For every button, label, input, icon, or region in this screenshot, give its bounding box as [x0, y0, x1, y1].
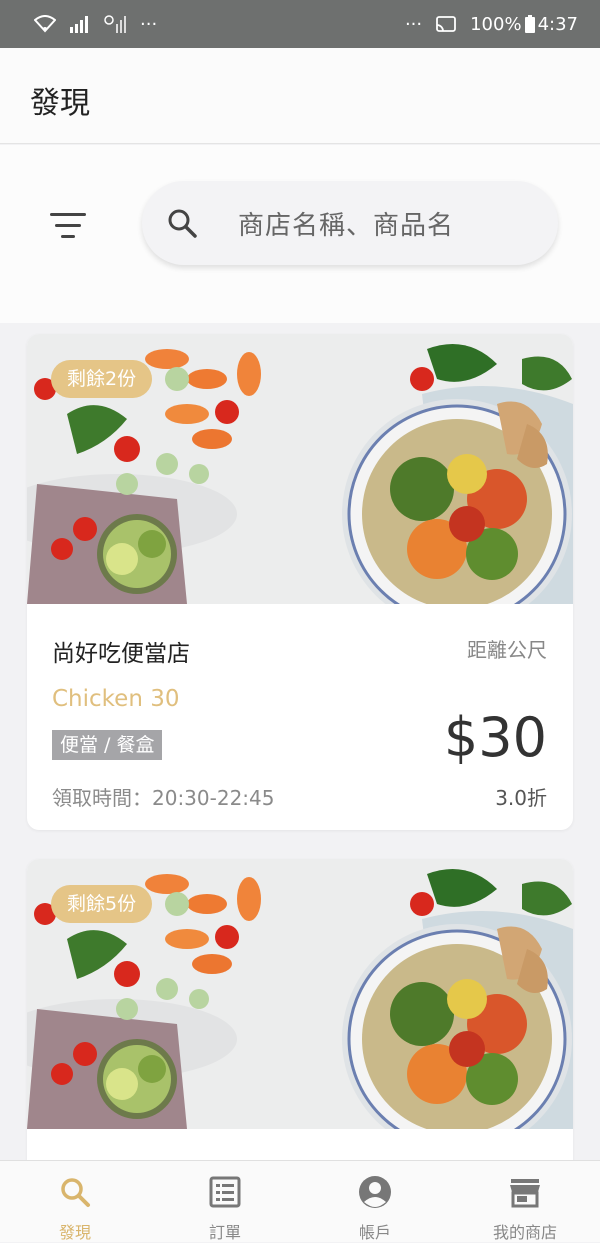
- status-bar-left: ···: [34, 14, 157, 35]
- status-bar: ··· ··· 100% 4:37: [0, 0, 600, 48]
- clock: 4:37: [537, 13, 578, 35]
- store-distance: 距離公尺: [467, 638, 547, 662]
- app-bar: 發現: [0, 48, 600, 144]
- page-title: 發現: [30, 86, 90, 121]
- notification-dots: ···: [140, 13, 158, 35]
- category-tag: 便當 / 餐盒: [52, 730, 163, 760]
- filter-line-icon: [61, 235, 75, 238]
- nav-label: 我的商店: [492, 1223, 557, 1242]
- discount-label: 3.0折: [495, 786, 547, 810]
- more-dots: ···: [404, 13, 423, 35]
- nav-label: 訂單: [208, 1223, 241, 1242]
- search-input[interactable]: 商店名稱、商品名: [238, 205, 454, 242]
- search-icon: [168, 209, 197, 238]
- nav-discover[interactable]: 發現: [0, 1161, 150, 1242]
- search-bar[interactable]: 商店名稱、商品名: [142, 181, 558, 265]
- signal-off-icon: [104, 15, 126, 33]
- filter-line-icon: [50, 213, 86, 216]
- store-card[interactable]: 剩餘2份 尚好吃便當店 距離公尺 Chicken 30 便當 / 餐盒 $30 …: [27, 334, 573, 830]
- pickup-time: 領取時間：20:30-22:45: [52, 786, 275, 810]
- bottom-nav: 發現 訂單 帳戶 我的商店: [0, 1160, 600, 1242]
- nav-label: 發現: [58, 1223, 91, 1242]
- status-bar-right: ··· 100% 4:37: [405, 14, 578, 35]
- store-card[interactable]: 剩餘5份: [27, 859, 573, 1160]
- cast-icon: [436, 16, 457, 32]
- store-feed[interactable]: 剩餘2份 尚好吃便當店 距離公尺 Chicken 30 便當 / 餐盒 $30 …: [0, 323, 600, 1160]
- nav-orders[interactable]: 訂單: [150, 1161, 300, 1242]
- order-list-icon: [209, 1176, 241, 1208]
- battery-icon: [524, 15, 535, 33]
- wifi-icon: [34, 15, 56, 33]
- nav-label: 帳戶: [358, 1223, 391, 1242]
- search-icon: [61, 1178, 90, 1207]
- nav-my-store[interactable]: 我的商店: [450, 1161, 600, 1242]
- store-name: 尚好吃便當店: [52, 641, 190, 667]
- product-name: Chicken 30: [52, 686, 180, 712]
- remaining-badge: 剩餘2份: [51, 360, 153, 398]
- signal-icon: [70, 16, 88, 33]
- battery-percent: 100%: [470, 13, 522, 35]
- remaining-badge: 剩餘5份: [51, 885, 153, 923]
- account-icon: [359, 1176, 391, 1208]
- search-row: 商店名稱、商品名: [0, 145, 600, 323]
- filter-line-icon: [55, 224, 81, 227]
- store-icon: [510, 1179, 540, 1208]
- filter-button[interactable]: [48, 211, 88, 245]
- price: $30: [443, 706, 547, 769]
- nav-account[interactable]: 帳戶: [300, 1161, 450, 1242]
